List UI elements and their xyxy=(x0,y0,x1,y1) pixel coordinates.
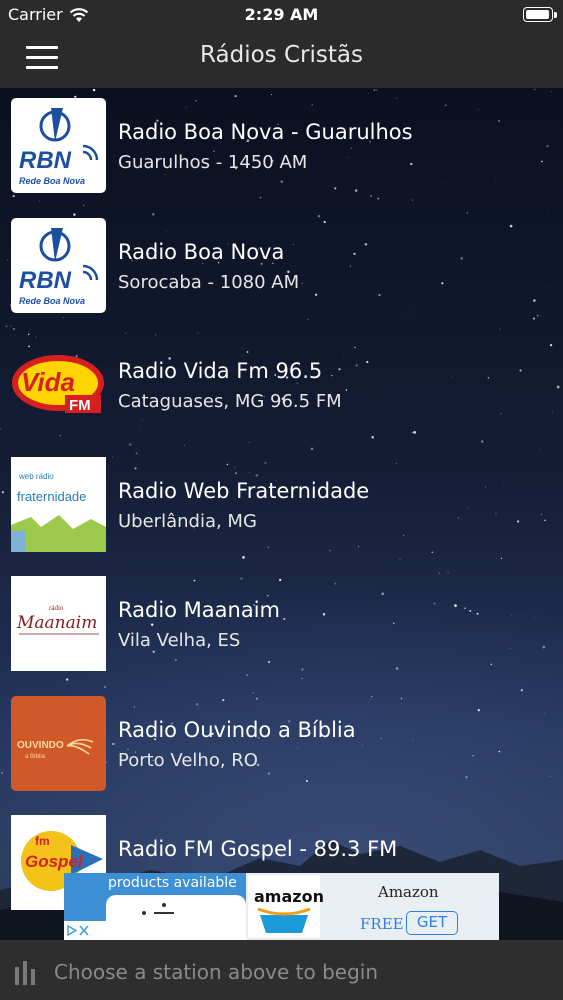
logo-caption: rádio xyxy=(49,604,64,612)
dots-decoration xyxy=(142,903,174,915)
ad-choices-icon[interactable] xyxy=(64,921,106,940)
logo-text: RBN xyxy=(19,267,72,294)
station-subtitle: Vila Velha, ES xyxy=(118,630,241,651)
amazon-icon xyxy=(248,875,320,938)
station-row[interactable]: Vida FM Radio Vida Fm 96.5 Cataguases, M… xyxy=(0,327,563,447)
rbn-logo-icon: RBN Rede Boa Nova xyxy=(19,227,99,306)
station-logo: rádio Maanaim xyxy=(11,576,106,671)
station-title: Radio Vida Fm 96.5 xyxy=(118,359,323,383)
logo-text: RBN xyxy=(19,147,72,174)
station-title: Radio Boa Nova xyxy=(118,239,285,264)
maanaim-logo-icon: rádio Maanaim xyxy=(11,576,106,671)
equalizer-icon xyxy=(15,961,35,985)
ad-banner[interactable]: products available amazon Amazon FREE GE… xyxy=(64,873,499,940)
station-row[interactable]: rádio Maanaim Radio Maanaim Vila Velha, … xyxy=(0,566,563,686)
fraternidade-logo-icon: web rádio fraternidade xyxy=(11,456,106,552)
logo-text: Maanaim xyxy=(16,613,97,633)
player-bar[interactable]: Choose a station above to begin xyxy=(0,940,563,1000)
ad-price: FREE xyxy=(360,915,404,933)
station-row[interactable]: RBN Rede Boa Nova Radio Boa Nova Sorocab… xyxy=(0,208,563,328)
navigation-bar: Rádios Cristãs xyxy=(0,30,563,88)
station-logo: Vida FM xyxy=(11,337,106,432)
page-title: Rádios Cristãs xyxy=(200,42,363,68)
status-bar: Carrier 2:29 AM xyxy=(0,0,563,30)
rbn-logo-icon: RBN Rede Boa Nova xyxy=(19,108,99,186)
station-title: Radio Maanaim xyxy=(118,598,281,622)
station-subtitle: Guarulhos - 1450 AM xyxy=(118,152,308,173)
logo-caption: Rede Boa Nova xyxy=(19,176,85,186)
station-row[interactable]: web rádio fraternidade Radio Web Fratern… xyxy=(0,447,563,567)
logo-caption: Rede Boa Nova xyxy=(19,296,85,306)
logo-text: fraternidade xyxy=(17,489,86,504)
station-logo: RBN Rede Boa Nova xyxy=(11,98,106,193)
amazon-wordmark: amazon xyxy=(254,887,324,906)
player-prompt: Choose a station above to begin xyxy=(54,960,379,984)
logo-text: Gospel xyxy=(25,852,84,871)
station-subtitle: Uberlândia, MG xyxy=(118,510,257,532)
station-title: Radio FM Gospel - 89.3 FM xyxy=(118,837,398,861)
station-subtitle: Cataguases, MG 96.5 FM xyxy=(118,391,342,412)
logo-caption: web rádio xyxy=(18,472,54,481)
phone-illustration xyxy=(106,895,246,940)
logo-caption: a Bíblia xyxy=(25,754,46,760)
status-time: 2:29 AM xyxy=(244,5,319,24)
station-title: Radio Boa Nova - Guarulhos xyxy=(118,120,413,144)
station-subtitle: Porto Velho, RO xyxy=(118,749,258,771)
station-row[interactable]: RBN Rede Boa Nova Radio Boa Nova - Guaru… xyxy=(0,88,563,208)
station-logo: web rádio fraternidade xyxy=(11,456,106,552)
ad-brand-name: Amazon xyxy=(378,883,439,901)
logo-caption: fm xyxy=(35,834,50,848)
station-title: Radio Ouvindo a Bíblia xyxy=(118,717,356,742)
logo-caption: FM xyxy=(69,397,91,414)
station-logo: RBN Rede Boa Nova xyxy=(11,217,106,313)
station-title: Radio Web Fraternidade xyxy=(118,478,370,503)
station-logo: OUVINDO a Bíblia xyxy=(11,695,106,791)
station-row[interactable]: OUVINDO a Bíblia Radio Ouvindo a Bíblia … xyxy=(0,686,563,806)
logo-text: OUVINDO xyxy=(17,740,64,751)
logo-text: Vida xyxy=(21,367,75,397)
ad-products-text: products available xyxy=(108,875,237,891)
vida-fm-logo-icon: Vida FM xyxy=(12,355,104,414)
station-subtitle: Sorocaba - 1080 AM xyxy=(118,271,300,293)
ad-get-button[interactable]: GET xyxy=(406,911,458,935)
open-bible-logo-icon: OUVINDO a Bíblia xyxy=(17,738,94,760)
battery-icon xyxy=(523,7,557,22)
